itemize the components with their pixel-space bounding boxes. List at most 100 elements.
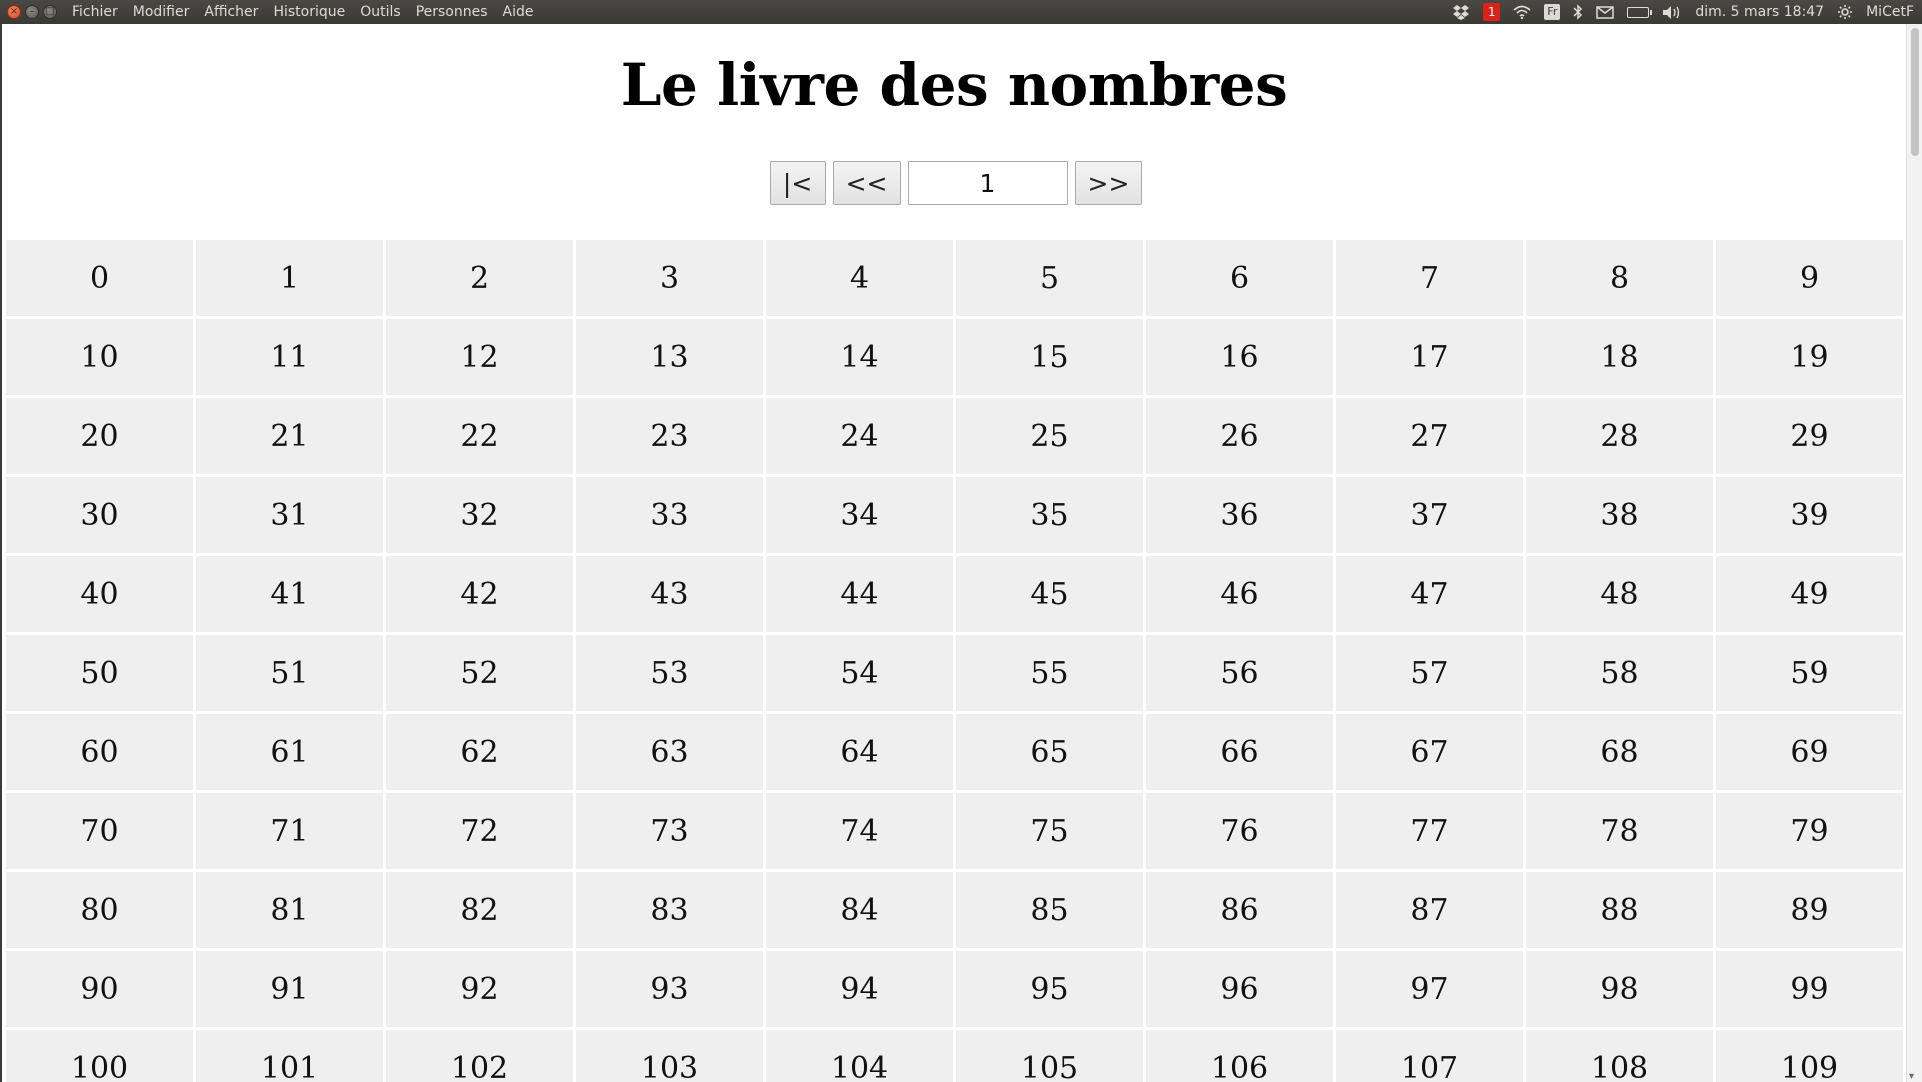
number-cell[interactable]: 21: [196, 398, 383, 474]
number-cell[interactable]: 64: [766, 714, 953, 790]
wifi-icon[interactable]: [1513, 3, 1531, 21]
number-cell[interactable]: 94: [766, 951, 953, 1027]
number-cell[interactable]: 50: [6, 635, 193, 711]
number-cell[interactable]: 101: [196, 1030, 383, 1082]
number-cell[interactable]: 96: [1146, 951, 1333, 1027]
number-cell[interactable]: 53: [576, 635, 763, 711]
close-window-button[interactable]: ×: [7, 5, 21, 19]
maximize-window-button[interactable]: □: [43, 5, 57, 19]
number-cell[interactable]: 5: [956, 240, 1143, 316]
number-cell[interactable]: 54: [766, 635, 953, 711]
number-cell[interactable]: 67: [1336, 714, 1523, 790]
number-cell[interactable]: 87: [1336, 872, 1523, 948]
number-cell[interactable]: 12: [386, 319, 573, 395]
number-cell[interactable]: 69: [1716, 714, 1903, 790]
number-cell[interactable]: 60: [6, 714, 193, 790]
number-cell[interactable]: 107: [1336, 1030, 1523, 1082]
clock[interactable]: dim. 5 mars 18:47: [1695, 4, 1824, 20]
number-cell[interactable]: 56: [1146, 635, 1333, 711]
menu-personnes[interactable]: Personnes: [415, 4, 489, 20]
number-cell[interactable]: 46: [1146, 556, 1333, 632]
number-cell[interactable]: 81: [196, 872, 383, 948]
next-page-button[interactable]: >>: [1074, 161, 1143, 205]
user-name[interactable]: MiCetF: [1866, 4, 1914, 20]
number-cell[interactable]: 72: [386, 793, 573, 869]
number-cell[interactable]: 0: [6, 240, 193, 316]
number-cell[interactable]: 97: [1336, 951, 1523, 1027]
number-cell[interactable]: 7: [1336, 240, 1523, 316]
number-cell[interactable]: 83: [576, 872, 763, 948]
number-cell[interactable]: 8: [1526, 240, 1713, 316]
number-cell[interactable]: 68: [1526, 714, 1713, 790]
number-cell[interactable]: 27: [1336, 398, 1523, 474]
number-cell[interactable]: 76: [1146, 793, 1333, 869]
notification-count-badge[interactable]: 1: [1483, 3, 1501, 21]
number-cell[interactable]: 82: [386, 872, 573, 948]
number-cell[interactable]: 30: [6, 477, 193, 553]
number-cell[interactable]: 84: [766, 872, 953, 948]
number-cell[interactable]: 35: [956, 477, 1143, 553]
menu-afficher[interactable]: Afficher: [203, 4, 259, 20]
number-cell[interactable]: 52: [386, 635, 573, 711]
minimize-window-button[interactable]: –: [25, 5, 39, 19]
number-cell[interactable]: 66: [1146, 714, 1333, 790]
vertical-scrollbar[interactable]: ▾: [1906, 24, 1922, 1082]
number-cell[interactable]: 47: [1336, 556, 1523, 632]
menu-aide[interactable]: Aide: [502, 4, 535, 20]
scrollbar-thumb[interactable]: [1911, 28, 1919, 156]
number-cell[interactable]: 74: [766, 793, 953, 869]
number-cell[interactable]: 71: [196, 793, 383, 869]
number-cell[interactable]: 55: [956, 635, 1143, 711]
number-cell[interactable]: 65: [956, 714, 1143, 790]
number-cell[interactable]: 28: [1526, 398, 1713, 474]
bluetooth-icon[interactable]: [1573, 3, 1583, 21]
number-cell[interactable]: 14: [766, 319, 953, 395]
number-cell[interactable]: 16: [1146, 319, 1333, 395]
number-cell[interactable]: 78: [1526, 793, 1713, 869]
number-cell[interactable]: 91: [196, 951, 383, 1027]
menu-fichier[interactable]: Fichier: [71, 4, 119, 20]
number-cell[interactable]: 108: [1526, 1030, 1713, 1082]
number-cell[interactable]: 103: [576, 1030, 763, 1082]
number-cell[interactable]: 20: [6, 398, 193, 474]
number-cell[interactable]: 77: [1336, 793, 1523, 869]
number-cell[interactable]: 23: [576, 398, 763, 474]
number-cell[interactable]: 22: [386, 398, 573, 474]
number-cell[interactable]: 89: [1716, 872, 1903, 948]
number-cell[interactable]: 11: [196, 319, 383, 395]
number-cell[interactable]: 29: [1716, 398, 1903, 474]
number-cell[interactable]: 33: [576, 477, 763, 553]
mail-icon[interactable]: [1596, 3, 1615, 21]
number-cell[interactable]: 15: [956, 319, 1143, 395]
number-cell[interactable]: 10: [6, 319, 193, 395]
scroll-down-arrow-icon[interactable]: ▾: [1909, 1071, 1914, 1082]
number-cell[interactable]: 100: [6, 1030, 193, 1082]
keyboard-layout-indicator[interactable]: Fr: [1544, 4, 1561, 20]
number-cell[interactable]: 88: [1526, 872, 1713, 948]
number-cell[interactable]: 92: [386, 951, 573, 1027]
number-cell[interactable]: 79: [1716, 793, 1903, 869]
number-cell[interactable]: 102: [386, 1030, 573, 1082]
page-number-input[interactable]: [907, 161, 1068, 205]
number-cell[interactable]: 57: [1336, 635, 1523, 711]
number-cell[interactable]: 26: [1146, 398, 1333, 474]
number-cell[interactable]: 59: [1716, 635, 1903, 711]
number-cell[interactable]: 36: [1146, 477, 1333, 553]
menu-outils[interactable]: Outils: [359, 4, 401, 20]
number-cell[interactable]: 44: [766, 556, 953, 632]
number-cell[interactable]: 58: [1526, 635, 1713, 711]
dropbox-icon[interactable]: [1452, 3, 1470, 21]
battery-icon[interactable]: [1627, 3, 1653, 21]
number-cell[interactable]: 86: [1146, 872, 1333, 948]
number-cell[interactable]: 73: [576, 793, 763, 869]
number-cell[interactable]: 37: [1336, 477, 1523, 553]
number-cell[interactable]: 2: [386, 240, 573, 316]
number-cell[interactable]: 39: [1716, 477, 1903, 553]
number-cell[interactable]: 25: [956, 398, 1143, 474]
number-cell[interactable]: 98: [1526, 951, 1713, 1027]
number-cell[interactable]: 85: [956, 872, 1143, 948]
number-cell[interactable]: 38: [1526, 477, 1713, 553]
number-cell[interactable]: 105: [956, 1030, 1143, 1082]
number-cell[interactable]: 48: [1526, 556, 1713, 632]
number-cell[interactable]: 17: [1336, 319, 1523, 395]
